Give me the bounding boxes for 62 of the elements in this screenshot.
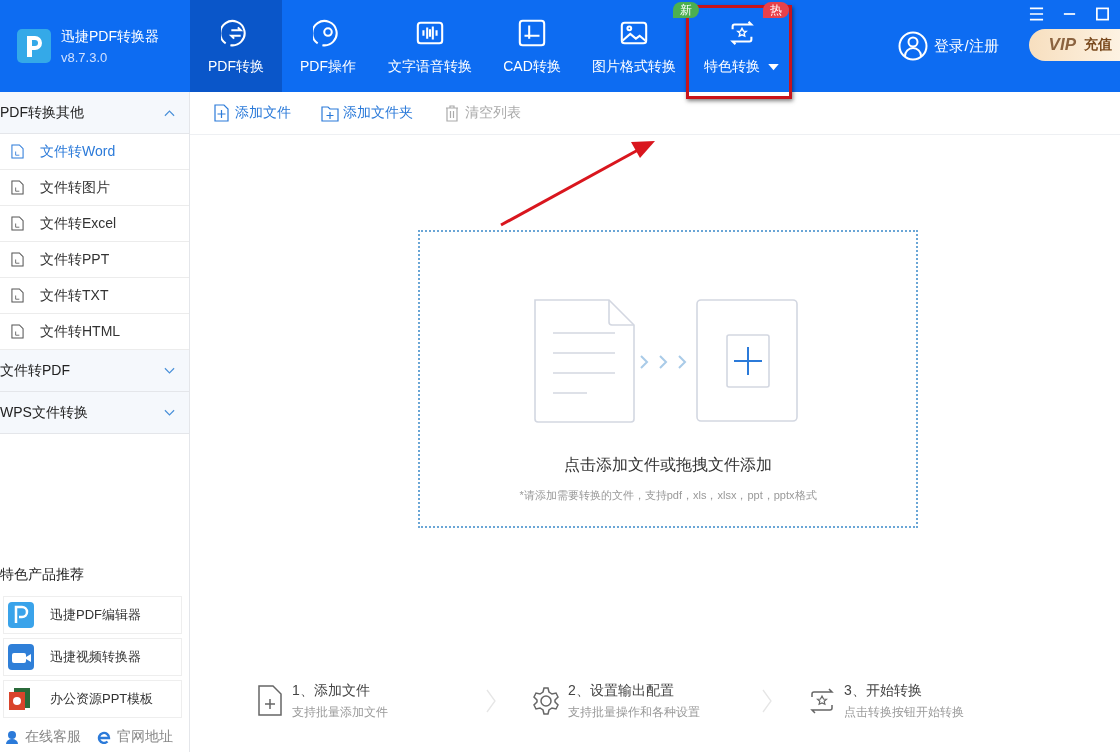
maximize-icon[interactable] [1095,7,1110,21]
step-title: 2、设置输出配置 [568,681,675,700]
step-title: 1、添加文件 [292,681,371,700]
sidebar-item[interactable]: 文件转Excel [0,206,189,242]
sidebar-group-header[interactable]: WPS文件转换 [0,392,189,434]
toolbar-button[interactable]: 添加文件 [213,104,291,122]
app-name: 迅捷PDF转换器 [61,27,159,46]
sidebar-item[interactable]: 文件转PPT [0,242,189,278]
video-camera-icon [8,644,34,670]
chevron-down-icon [164,408,175,417]
chevron-up-icon [164,108,175,117]
step-title: 3、开始转换 [844,681,923,700]
tab-badge: 新 [673,2,699,18]
file-icon [11,288,24,303]
file-icon [11,180,24,195]
file-icon [11,252,24,267]
login-link[interactable]: 登录/注册 [898,31,999,61]
section-title: 特色产品推荐 [0,566,85,584]
nav-tab[interactable]: 文字语音转换 [374,0,486,92]
add-file-icon [256,685,284,717]
file-drop-zone[interactable]: 点击添加文件或拖拽文件添加 *请添加需要转换的文件，支持pdf，xls，xlsx，ppt，pptx格式 [418,230,918,528]
menu-icon[interactable] [1029,7,1044,21]
tab-badge: 热 [763,2,789,18]
footer-link[interactable]: 在线客服 [5,728,81,746]
sidebar-group-header[interactable]: PDF转换其他 [0,92,189,134]
nav-tab[interactable]: CAD转换 [486,0,578,92]
product-link[interactable]: 迅捷视频转换器 [3,638,182,676]
sidebar-item[interactable]: 文件转图片 [0,170,189,206]
trash-icon [443,104,461,122]
support-agent-icon [5,730,19,744]
product-link[interactable]: 迅捷PDF编辑器 [3,596,182,634]
step-description: 支持批量操作和各种设置 [568,703,700,721]
chevron-icon [486,689,496,713]
add-folder-icon [321,104,339,122]
sidebar-item[interactable]: 文件转TXT [0,278,189,314]
nav-tab[interactable]: PDF操作 [282,0,374,92]
nav-tab[interactable]: 特色转换 [690,19,793,92]
step-description: 点击转换按钮开始转换 [844,703,964,721]
user-icon [898,31,929,61]
nav-tab[interactable]: PDF转换 [190,0,282,92]
drop-zone-hint: *请添加需要转换的文件，支持pdf，xls，xlsx，ppt，pptx格式 [519,488,817,503]
file-icon [11,144,24,159]
drop-zone-title: 点击添加文件或拖拽文件添加 [564,455,772,475]
add-file-icon [213,104,231,122]
browser-icon [97,730,111,744]
cad-icon [517,18,547,48]
step-description: 支持批量添加文件 [292,703,388,721]
sidebar-item[interactable]: 文件转Word [0,134,189,170]
app-version: v8.7.3.0 [61,49,109,65]
file-icon [11,216,24,231]
chevron-icon [762,689,772,713]
file-icon [11,324,24,339]
footer-link[interactable]: 官网地址 [97,728,173,746]
chevron-down-icon [164,366,175,375]
app-logo-icon [17,29,51,63]
gear-icon [532,685,560,717]
vip-recharge-button[interactable]: VIP 充值 [1028,29,1120,61]
toolbar-button[interactable]: 添加文件夹 [321,104,413,122]
sidebar-group-header[interactable]: 文件转PDF [0,350,189,392]
pdf-logo-icon [8,602,34,628]
product-link[interactable]: 办公资源PPT模板 [3,680,182,718]
nav-tab[interactable]: 图片格式转换 [578,19,690,92]
